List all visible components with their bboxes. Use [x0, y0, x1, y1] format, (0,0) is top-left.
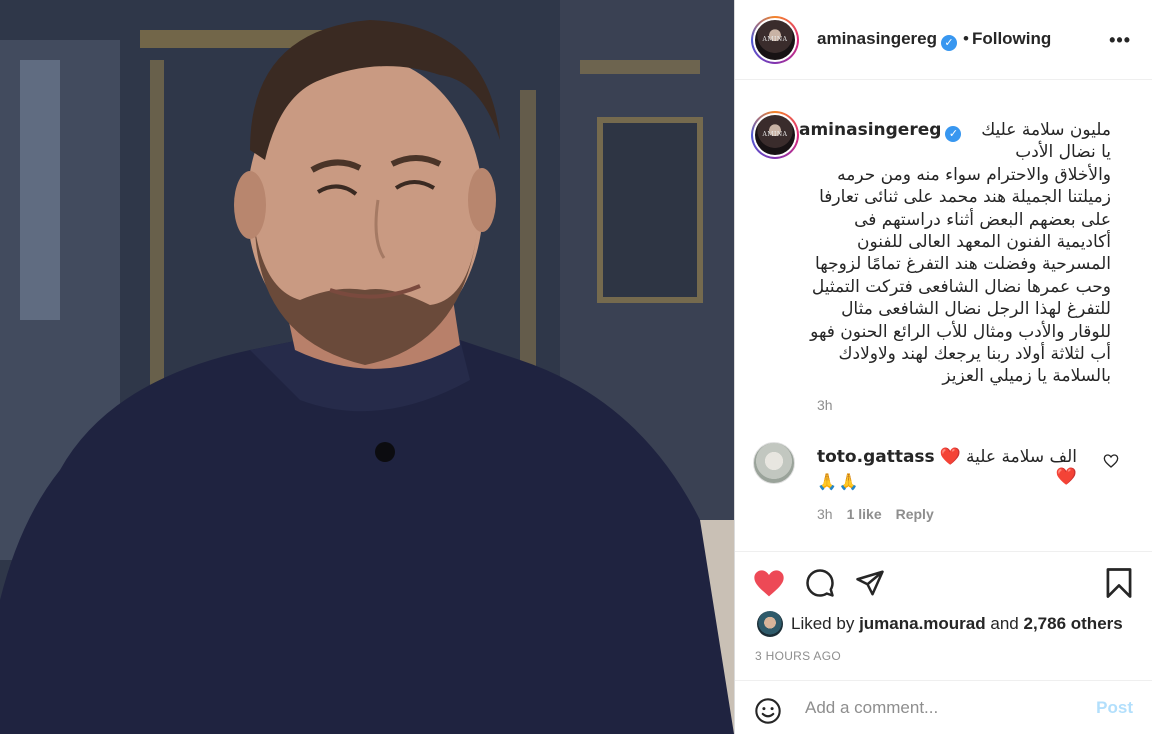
share-send-icon[interactable]	[855, 568, 885, 598]
post-actions: Liked by jumana.mourad and 2,786 others …	[735, 551, 1152, 681]
comments-area[interactable]: AMINA aminasingereg ✓ مليون سلامة عليك يا…	[735, 81, 1152, 551]
likes-prefix: Liked by	[791, 614, 855, 633]
post-timestamp[interactable]: 3 HOURS AGO	[755, 649, 841, 663]
comment-emoji-line: 🙏🙏	[817, 474, 861, 491]
following-button[interactable]: Following	[972, 29, 1051, 48]
emoji-smile-icon[interactable]	[754, 697, 782, 725]
header-user-line: aminasingereg ✓ • Following	[817, 29, 1051, 51]
post-photo-illustration	[0, 0, 734, 734]
caption-text: aminasingereg ✓ مليون سلامة عليك يا نضال …	[799, 119, 1111, 388]
verified-badge-icon: ✓	[941, 35, 957, 51]
separator-dot: •	[963, 29, 969, 48]
comment-time[interactable]: 3h	[817, 506, 833, 522]
post-header: AMINA aminasingereg ✓ • Following •••	[735, 0, 1152, 80]
avatar-logo-text: AMINA	[762, 36, 788, 43]
liker-avatar[interactable]	[757, 611, 783, 637]
avatar-logo-text: AMINA	[762, 131, 788, 138]
comment-reply-button[interactable]: Reply	[896, 506, 934, 522]
comment-bubble-icon[interactable]	[805, 568, 835, 598]
post-photo[interactable]	[0, 0, 734, 734]
likes-others[interactable]: 2,786 others	[1024, 614, 1123, 633]
more-options-icon[interactable]: •••	[1109, 30, 1131, 51]
likes-summary[interactable]: Liked by jumana.mourad and 2,786 others	[791, 614, 1123, 634]
caption-user-line: aminasingereg ✓	[799, 119, 962, 142]
post-side-panel: AMINA aminasingereg ✓ • Following ••• AMINA…	[734, 0, 1152, 734]
liker-username[interactable]: jumana.mourad	[859, 614, 986, 633]
caption-body: مليون سلامة عليك يا نضال الأدب والأخلاق …	[810, 120, 1111, 387]
verified-badge-icon: ✓	[945, 126, 962, 142]
author-username[interactable]: aminasingereg	[817, 29, 937, 48]
comment-username[interactable]: toto.gattass	[817, 447, 935, 467]
caption-time[interactable]: 3h	[817, 397, 833, 413]
likes-and: and	[990, 614, 1019, 633]
comment-meta: 3h 1 like Reply	[817, 506, 934, 522]
commenter-avatar[interactable]	[753, 442, 795, 484]
comment-likes-count[interactable]: 1 like	[847, 506, 882, 522]
post-comment-button[interactable]: Post	[1096, 698, 1133, 718]
add-comment-input[interactable]	[805, 695, 1075, 721]
add-comment-bar: Post	[735, 680, 1152, 734]
comment-body: الف سلامة علية ❤️❤️	[939, 447, 1077, 487]
caption-username[interactable]: aminasingereg	[799, 120, 941, 140]
like-heart-icon[interactable]	[753, 568, 785, 598]
author-avatar[interactable]: AMINA	[751, 16, 799, 64]
comment-like-heart-icon[interactable]	[1103, 453, 1119, 469]
caption-avatar[interactable]: AMINA	[751, 111, 799, 159]
save-bookmark-icon[interactable]	[1105, 567, 1133, 599]
